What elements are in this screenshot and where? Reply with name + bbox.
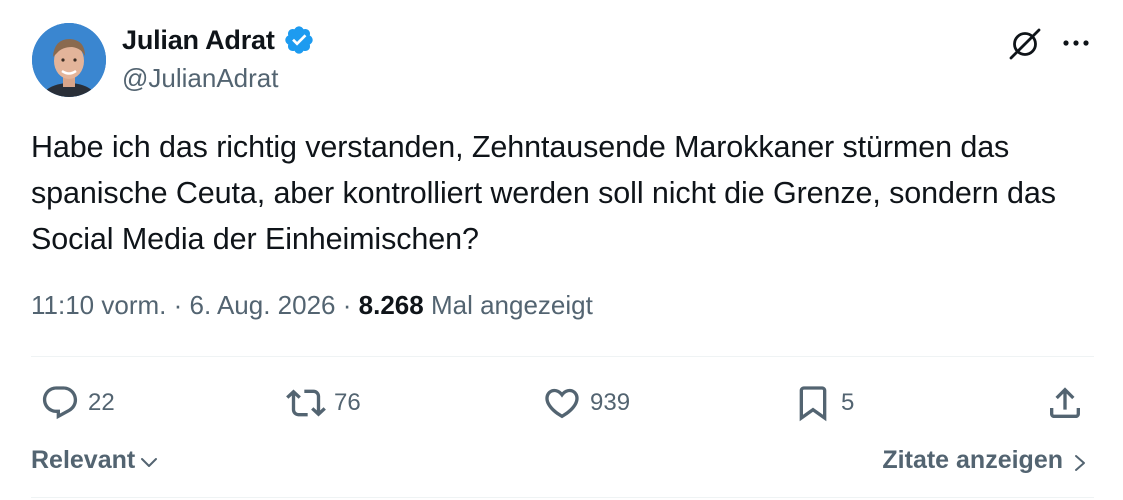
meta-separator: ·	[342, 290, 359, 320]
sort-label: Relevant	[31, 446, 136, 474]
author-name-row[interactable]: Julian Adrat	[122, 24, 315, 56]
like-button[interactable]: 939	[542, 383, 630, 423]
chevron-right-icon	[1075, 454, 1085, 471]
avatar[interactable]	[32, 23, 106, 97]
tweet-text: Habe ich das richtig verstanden, Zehntau…	[31, 130, 1056, 256]
heart-icon	[545, 388, 579, 419]
display-name[interactable]: Julian Adrat	[122, 25, 275, 56]
retweet-button[interactable]: 76	[286, 383, 361, 423]
tweet-time[interactable]: 11:10 vorm.	[31, 290, 166, 320]
views-label[interactable]: Mal angezeigt	[431, 290, 593, 320]
bookmark-count: 5	[841, 389, 855, 416]
bookmark-button[interactable]: 5	[793, 383, 854, 423]
reply-button[interactable]: 22	[40, 383, 115, 423]
views-count[interactable]: 8.268	[359, 290, 424, 320]
grok-icon[interactable]	[1006, 24, 1044, 62]
sort-replies-dropdown[interactable]: Relevant	[31, 446, 159, 475]
profile-photo	[32, 23, 106, 97]
divider	[31, 497, 1094, 498]
divider	[31, 356, 1094, 357]
verified-badge-icon[interactable]	[283, 24, 315, 56]
retweet-icon	[286, 389, 326, 417]
more-horizontal-icon[interactable]	[1058, 28, 1094, 58]
tweet-meta: 11:10 vorm. · 6. Aug. 2026 · 8.268 Mal a…	[31, 290, 593, 321]
meta-separator: ·	[173, 290, 190, 320]
retweet-count: 76	[334, 389, 361, 416]
share-icon	[1050, 387, 1080, 418]
like-count: 939	[590, 389, 631, 416]
tweet-card: Julian Adrat @JulianAdrat Habe ich das r…	[0, 0, 1123, 500]
share-button[interactable]	[1045, 383, 1085, 423]
reply-icon	[42, 386, 78, 420]
quotes-label: Zitate anzeigen	[882, 446, 1063, 474]
chevron-down-icon	[141, 457, 158, 467]
author-handle[interactable]: @JulianAdrat	[122, 63, 278, 94]
view-quotes-link[interactable]: Zitate anzeigen	[882, 446, 1089, 475]
tweet-date[interactable]: 6. Aug. 2026	[189, 290, 335, 320]
bookmark-icon	[799, 386, 827, 422]
reply-count: 22	[88, 389, 115, 416]
